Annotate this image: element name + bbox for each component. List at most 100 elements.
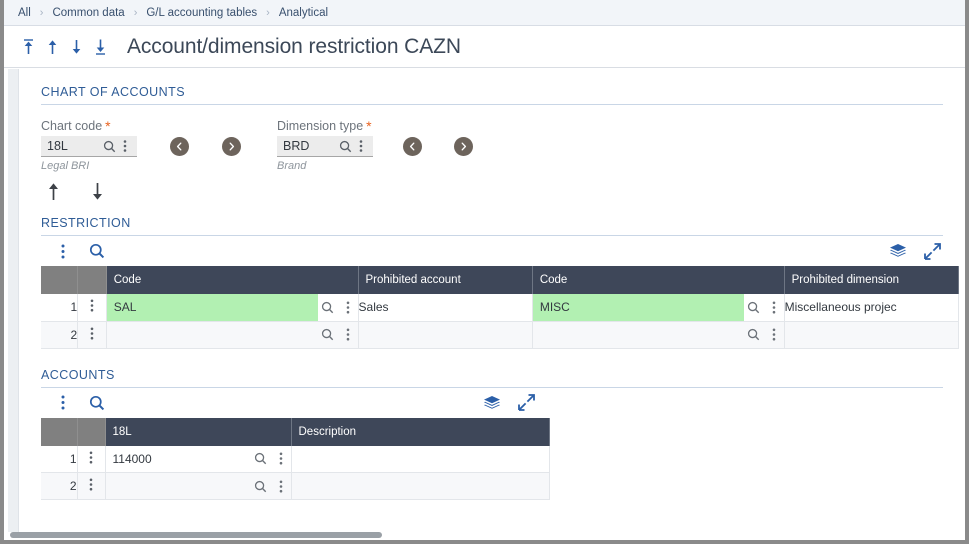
- restriction-grid-header-row: Code Prohibited account Code Prohibited …: [41, 266, 959, 294]
- chart-code-nav-buttons: [170, 119, 241, 156]
- cell-dim-code-value[interactable]: MISC: [533, 294, 744, 321]
- layers-icon[interactable]: [885, 239, 911, 263]
- accounts-grid-header-row: 18L Description: [41, 418, 549, 446]
- cell-prohibited-account[interactable]: Sales: [358, 294, 532, 321]
- cell-account-value[interactable]: 114000: [106, 446, 251, 473]
- search-icon[interactable]: [318, 322, 338, 348]
- chart-code-label-text: Chart code: [41, 119, 102, 133]
- cell-account[interactable]: [105, 473, 291, 500]
- next-record-icon[interactable]: [68, 36, 85, 58]
- row-menu-button[interactable]: [77, 473, 105, 500]
- restriction-col-rowmenu: [78, 266, 107, 294]
- arrow-up-icon[interactable]: [47, 182, 61, 202]
- cell-description[interactable]: [291, 473, 549, 500]
- cell-code-value[interactable]: SAL: [107, 294, 318, 321]
- dimension-type-next-button[interactable]: [454, 137, 473, 156]
- breadcrumb-item-common-data[interactable]: Common data: [52, 7, 124, 19]
- row-menu-button[interactable]: [78, 321, 107, 348]
- restriction-col-prohibited-account[interactable]: Prohibited account: [358, 266, 532, 294]
- expand-icon[interactable]: [919, 239, 945, 263]
- title-bar: Account/dimension restriction CAZN: [4, 26, 965, 68]
- more-options-icon[interactable]: [50, 239, 76, 263]
- cell-account[interactable]: 114000: [105, 446, 291, 473]
- breadcrumb-separator-icon: ›: [134, 7, 138, 19]
- accounts-col-rownum: [41, 418, 77, 446]
- breadcrumb-separator-icon: ›: [266, 7, 270, 19]
- chart-code-helper-text: Legal BRI: [41, 160, 137, 172]
- chart-code-next-button[interactable]: [222, 137, 241, 156]
- last-record-icon[interactable]: [92, 36, 109, 58]
- table-row[interactable]: 1 SAL Sales: [41, 294, 959, 321]
- breadcrumb-item-gl-accounting-tables[interactable]: G/L accounting tables: [146, 7, 257, 19]
- horizontal-scrollbar-thumb[interactable]: [10, 532, 382, 538]
- more-options-icon[interactable]: [764, 294, 784, 321]
- search-icon[interactable]: [744, 294, 764, 321]
- chart-code-previous-button[interactable]: [170, 137, 189, 156]
- cell-account-value[interactable]: [106, 473, 251, 499]
- breadcrumb-item-all[interactable]: All: [18, 7, 31, 19]
- dimension-type-helper-text: Brand: [277, 160, 373, 172]
- search-icon[interactable]: [318, 294, 338, 321]
- row-number: 2: [41, 473, 77, 500]
- table-row[interactable]: 2: [41, 321, 959, 348]
- more-options-icon[interactable]: [338, 322, 358, 348]
- cell-code-value[interactable]: [107, 322, 318, 348]
- dimension-type-previous-button[interactable]: [403, 137, 422, 156]
- restriction-col-rownum: [41, 266, 78, 294]
- left-gutter: [8, 69, 19, 532]
- more-options-icon[interactable]: [50, 391, 76, 415]
- restriction-col-prohibited-dimension[interactable]: Prohibited dimension: [784, 266, 958, 294]
- breadcrumb-item-analytical[interactable]: Analytical: [279, 7, 328, 19]
- restriction-col-code[interactable]: Code: [106, 266, 358, 294]
- record-navigation-group: [20, 36, 109, 58]
- more-options-icon[interactable]: [117, 138, 133, 154]
- dimension-type-input-box[interactable]: BRD: [277, 136, 373, 157]
- search-icon[interactable]: [251, 446, 271, 473]
- cell-dim-code[interactable]: MISC: [532, 294, 784, 321]
- accounts-col-account[interactable]: 18L: [105, 418, 291, 446]
- application-window: All › Common data › G/L accounting table…: [0, 0, 969, 544]
- more-options-icon[interactable]: [764, 322, 784, 348]
- layers-icon[interactable]: [479, 391, 505, 415]
- horizontal-scrollbar[interactable]: [8, 532, 961, 540]
- cell-code[interactable]: [106, 321, 358, 348]
- dimension-type-value[interactable]: BRD: [283, 139, 337, 153]
- required-marker: *: [105, 118, 110, 134]
- table-row[interactable]: 2: [41, 473, 549, 500]
- more-options-icon[interactable]: [271, 446, 291, 473]
- section-title-chart-of-accounts: CHART OF ACCOUNTS: [41, 69, 943, 105]
- cell-description[interactable]: [291, 446, 549, 473]
- search-icon[interactable]: [744, 322, 764, 348]
- required-marker: *: [366, 118, 371, 134]
- cell-dim-code[interactable]: [532, 321, 784, 348]
- cell-code[interactable]: SAL: [106, 294, 358, 321]
- restriction-col-dim-code[interactable]: Code: [532, 266, 784, 294]
- chart-code-label: Chart code*: [41, 119, 137, 133]
- more-options-icon[interactable]: [338, 294, 358, 321]
- section-title-restriction: RESTRICTION: [41, 202, 943, 236]
- search-icon[interactable]: [251, 473, 271, 499]
- search-icon[interactable]: [337, 138, 353, 154]
- accounts-col-description[interactable]: Description: [291, 418, 549, 446]
- arrow-down-icon[interactable]: [91, 182, 105, 202]
- previous-record-icon[interactable]: [44, 36, 61, 58]
- row-menu-button[interactable]: [77, 446, 105, 473]
- table-row[interactable]: 1 114000: [41, 446, 549, 473]
- cell-prohibited-dimension[interactable]: Miscellaneous projec: [784, 294, 958, 321]
- search-icon[interactable]: [84, 239, 110, 263]
- search-icon[interactable]: [101, 138, 117, 154]
- breadcrumb: All › Common data › G/L accounting table…: [4, 0, 965, 26]
- cell-prohibited-dimension[interactable]: [784, 321, 958, 348]
- field-chart-code: Chart code* 18L Legal BRI: [41, 119, 137, 172]
- first-record-icon[interactable]: [20, 36, 37, 58]
- cell-dim-code-value[interactable]: [533, 322, 744, 348]
- expand-icon[interactable]: [513, 391, 539, 415]
- form-content: CHART OF ACCOUNTS Chart code* 18L: [19, 69, 961, 532]
- more-options-icon[interactable]: [271, 473, 291, 499]
- chart-code-value[interactable]: 18L: [47, 139, 101, 153]
- chart-code-input-box[interactable]: 18L: [41, 136, 137, 157]
- search-icon[interactable]: [84, 391, 110, 415]
- row-menu-button[interactable]: [78, 294, 107, 321]
- more-options-icon[interactable]: [353, 138, 369, 154]
- cell-prohibited-account[interactable]: [358, 321, 532, 348]
